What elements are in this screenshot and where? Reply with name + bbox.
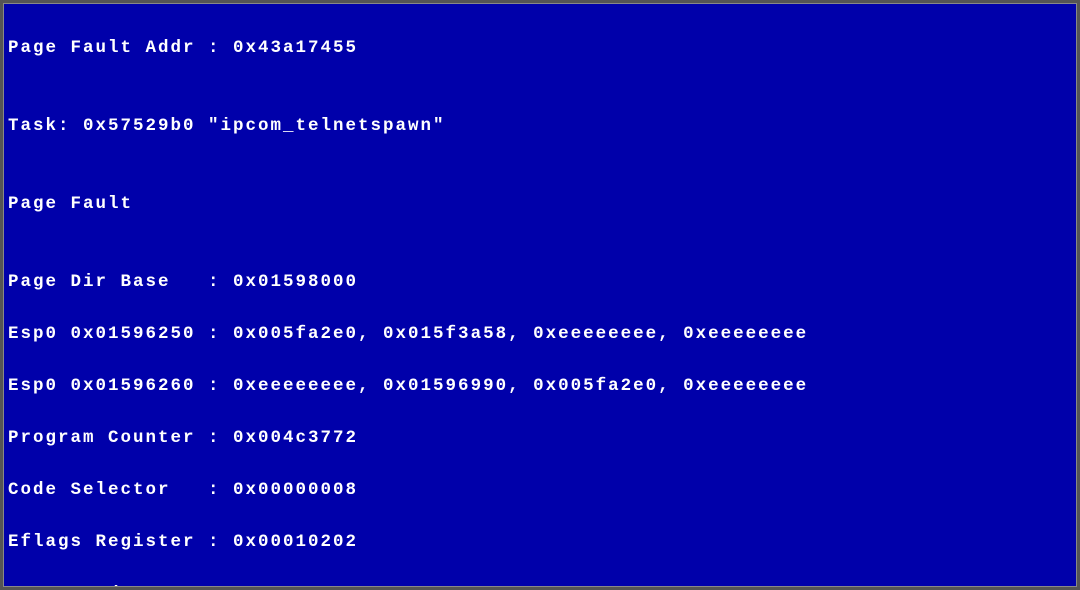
page-fault-heading: Page Fault bbox=[8, 191, 1072, 217]
code-selector: Code Selector : 0x00000008 bbox=[8, 477, 1072, 503]
error-code: Error Code : 0x00000002 bbox=[8, 581, 1072, 587]
page-fault-addr-top: Page Fault Addr : 0x43a17455 bbox=[8, 35, 1072, 61]
page-dir-base: Page Dir Base : 0x01598000 bbox=[8, 269, 1072, 295]
program-counter: Program Counter : 0x004c3772 bbox=[8, 425, 1072, 451]
task-line-1: Task: 0x57529b0 "ipcom_telnetspawn" bbox=[8, 113, 1072, 139]
terminal-output: Page Fault Addr : 0x43a17455 Task: 0x575… bbox=[3, 3, 1077, 587]
esp0-line-2: Esp0 0x01596260 : 0xeeeeeeee, 0x01596990… bbox=[8, 373, 1072, 399]
eflags-register: Eflags Register : 0x00010202 bbox=[8, 529, 1072, 555]
esp0-line-1: Esp0 0x01596250 : 0x005fa2e0, 0x015f3a58… bbox=[8, 321, 1072, 347]
